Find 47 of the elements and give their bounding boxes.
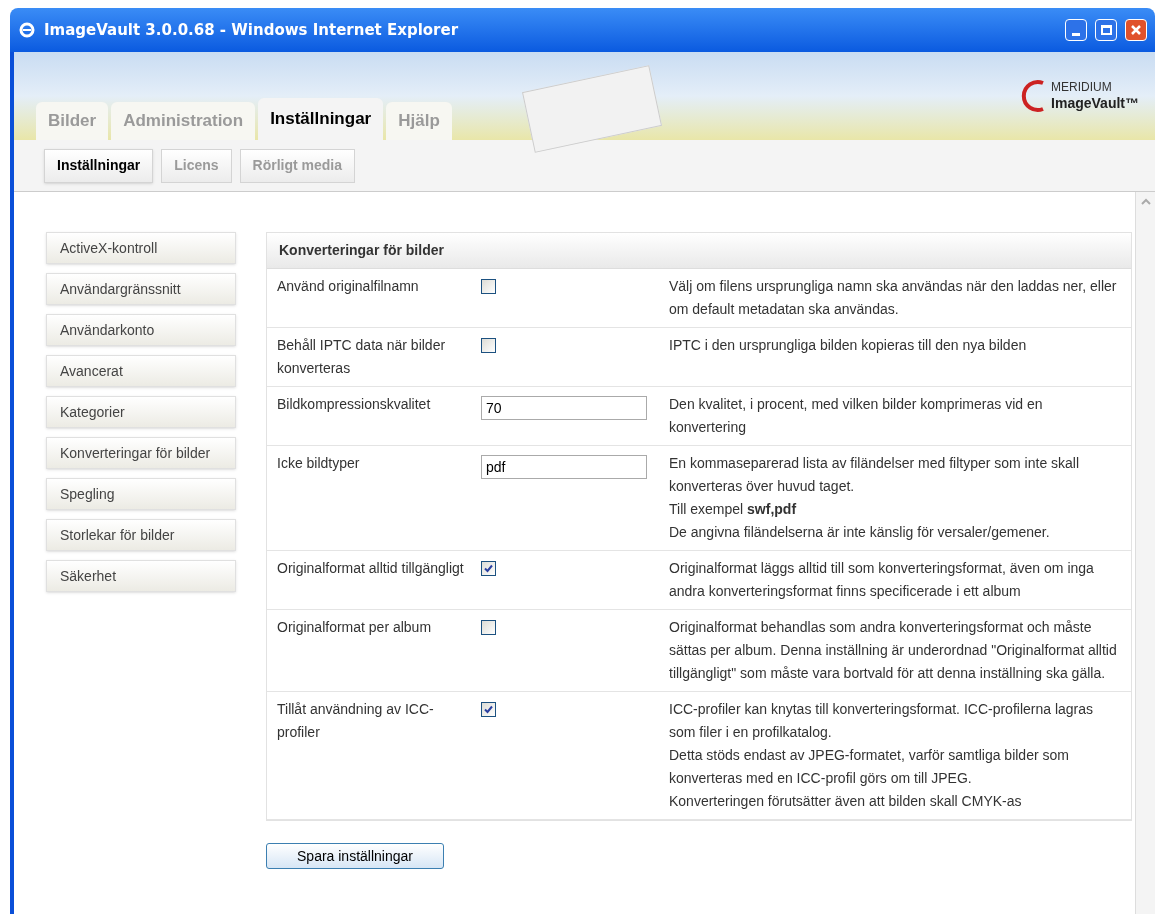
logo-text: MERIDIUM	[1051, 79, 1113, 95]
setting-description: En kommaseparerad lista av filändelser med filtyper som inte skall konverteras över huvud taget.	[669, 454, 1081, 496]
checkmark-icon	[484, 705, 493, 714]
setting-description: Den kvalitet, i procent, med vilken bilder komprimeras vid en konvertering	[669, 395, 1044, 437]
setting-label: Originalformat alltid tillgängligt	[276, 559, 465, 578]
maximize-button[interactable]	[1095, 19, 1117, 41]
window-title: ImageVault 3.0.0.68 - Windows Internet Explorer	[44, 19, 459, 41]
logo-text: ImageVault™	[1051, 94, 1139, 113]
setting-description: Detta stöds endast av JPEG-formatet, varför samtliga bilder som konverteras med en ICC-profil görs om till JPEG.	[669, 746, 1070, 788]
setting-description: ICC-profiler kan knytas till konverteringsformat. ICC-profilerna lagras som filer i en profilkatalog.	[669, 700, 1095, 742]
browser-logo-icon	[18, 21, 36, 39]
setting-description: Konverteringen förutsätter även att bilden skall CMYK-as	[669, 792, 1023, 811]
sidebar-item[interactable]: Avancerat	[46, 355, 236, 387]
sidebar-item[interactable]: Spegling	[46, 478, 236, 510]
checkbox[interactable]	[481, 620, 496, 635]
sidebar-item[interactable]: Konverteringar för bilder	[46, 437, 236, 469]
close-button[interactable]	[1125, 19, 1147, 41]
setting-description: Originalformat läggs alltid till som konverteringsformat, även om inga andra konverteringsformat finns specificerade i ett album	[669, 559, 1095, 601]
checkbox[interactable]	[481, 702, 496, 717]
save-button[interactable]: Spara inställningar	[266, 843, 444, 869]
checkbox[interactable]	[481, 338, 496, 353]
setting-label: Använd originalfilnamn	[276, 277, 420, 296]
setting-description: IPTC i den ursprungliga bilden kopieras till den nya bilden	[669, 336, 1028, 355]
close-icon	[1130, 24, 1142, 36]
sidebar-item[interactable]: Kategorier	[46, 396, 236, 428]
sidebar-item[interactable]: Säkerhet	[46, 560, 236, 592]
setting-label: Icke bildtyper	[276, 454, 361, 473]
setting-description: Originalformat behandlas som andra konverteringsformat och måste sättas per album. Denna inställning är underordnad "Originalformat alltid tillgängligt" som måste vara bortvald för att denna inställning ska gälla.	[669, 618, 1118, 683]
setting-label: Tillåt användning av ICC-profiler	[276, 700, 435, 742]
sidebar-item[interactable]: Användarkonto	[46, 314, 236, 346]
nav-tab[interactable]: Inställningar	[258, 98, 384, 140]
input-field[interactable]: 70	[481, 396, 647, 420]
minimize-button[interactable]	[1065, 19, 1087, 41]
setting-label: Originalformat per album	[276, 618, 433, 637]
setting-label: Behåll IPTC data när bilder konverteras	[276, 336, 447, 378]
setting-description: Välj om filens ursprungliga namn ska användas när den laddas ner, eller om default metadatan ska användas.	[669, 277, 1118, 319]
setting-description: Till exempel swf,pdf	[669, 500, 798, 519]
checkbox[interactable]	[481, 279, 496, 294]
setting-label: Bildkompressionskvalitet	[276, 395, 432, 414]
input-field[interactable]: pdf	[481, 455, 647, 479]
sidebar-item[interactable]: ActiveX-kontroll	[46, 232, 236, 264]
sidebar-item[interactable]: Användargränssnitt	[46, 273, 236, 305]
sidebar-item[interactable]: Storlekar för bilder	[46, 519, 236, 551]
checkmark-icon	[484, 564, 493, 573]
sub-tab[interactable]: Inställningar	[44, 148, 154, 183]
checkbox[interactable]	[481, 561, 496, 576]
setting-description: De angivna filändelserna är inte känslig för versaler/gemener.	[669, 523, 1051, 542]
